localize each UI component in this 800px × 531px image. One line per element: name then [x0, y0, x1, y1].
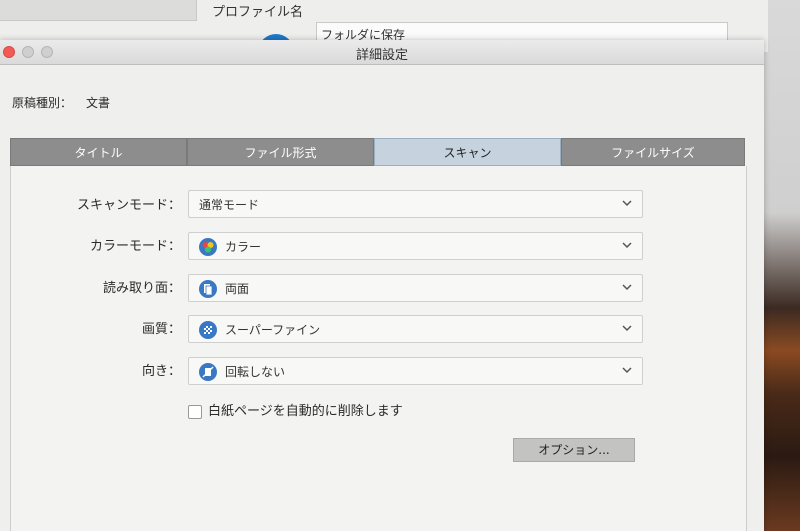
color-mode-value: カラー: [225, 240, 262, 254]
scan-mode-select[interactable]: 通常モード: [188, 190, 643, 218]
tab-file-size[interactable]: ファイルサイズ: [561, 138, 745, 166]
chevron-down-icon: [622, 325, 632, 332]
scan-mode-label: スキャンモード：: [76, 198, 181, 213]
image-quality-label: 画質：: [141, 322, 181, 337]
scan-side-select[interactable]: 両面: [188, 274, 643, 302]
scan-side-label: 読み取り面：: [102, 281, 181, 296]
profile-name-label: プロファイル名: [212, 5, 304, 20]
tab-title[interactable]: タイトル: [10, 138, 187, 166]
chevron-down-icon: [622, 200, 632, 207]
quality-icon: [199, 321, 217, 339]
blank-page-checkbox-label: 白紙ページを自動的に削除します: [208, 404, 403, 419]
blank-page-removal-option[interactable]: 白紙ページを自動的に削除します: [188, 400, 403, 419]
color-mode-label: カラーモード：: [89, 239, 181, 254]
orientation-label: 向き：: [141, 364, 181, 379]
document-type-label: 原稿種別：: [12, 96, 73, 110]
options-button[interactable]: オプション...: [513, 438, 635, 462]
chevron-down-icon: [622, 242, 632, 249]
orientation-value: 回転しない: [225, 365, 286, 379]
rotation-icon: [199, 363, 217, 381]
title-bar: 詳細設定: [0, 40, 764, 65]
document-type-value: 文書: [86, 96, 111, 110]
color-mode-select[interactable]: カラー: [188, 232, 643, 260]
tab-file-format[interactable]: ファイル形式: [187, 138, 374, 166]
chevron-down-icon: [622, 284, 632, 291]
scan-mode-value: 通常モード: [199, 198, 260, 212]
background-left-panel: [0, 0, 197, 21]
orientation-select[interactable]: 回転しない: [188, 357, 643, 385]
tab-scan[interactable]: スキャン: [374, 138, 561, 166]
chevron-down-icon: [622, 367, 632, 374]
dialog-title: 詳細設定: [355, 48, 408, 63]
settings-tabs: タイトル ファイル形式 スキャン ファイルサイズ: [10, 138, 745, 166]
duplex-icon: [199, 280, 217, 298]
scan-side-value: 両面: [225, 282, 250, 296]
blank-page-checkbox[interactable]: [188, 404, 202, 419]
image-quality-select[interactable]: スーパーファイン: [188, 315, 643, 343]
document-type: 原稿種別： 文書: [12, 94, 110, 111]
image-quality-value: スーパーファイン: [225, 323, 321, 337]
color-mode-icon: [199, 238, 217, 256]
scan-settings-panel: スキャンモード： 通常モード カラーモード： カラー 読み取り面： 両面 画質：: [10, 166, 747, 531]
advanced-settings-dialog: 詳細設定 原稿種別： 文書 タイトル ファイル形式 スキャン ファイルサイズ スキ…: [0, 40, 764, 531]
